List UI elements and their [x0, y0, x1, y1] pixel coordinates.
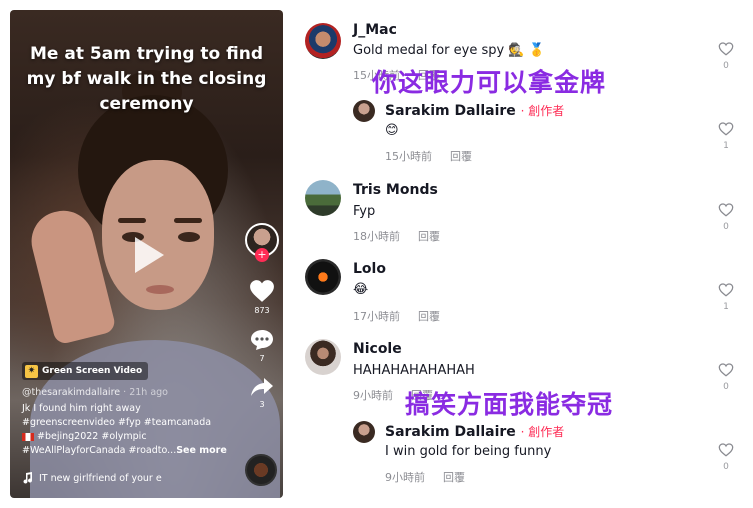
- comment-like[interactable]: 0: [717, 203, 735, 232]
- like-action[interactable]: 873: [245, 279, 279, 315]
- comment-author[interactable]: J_Mac: [353, 22, 397, 38]
- comment-like[interactable]: 0: [717, 42, 735, 71]
- like-count: 0: [723, 222, 729, 232]
- creator-badge: · 創作者: [520, 104, 565, 118]
- music-disc-icon[interactable]: [245, 454, 277, 486]
- creator-handle[interactable]: @thesarakimdallaire: [22, 387, 120, 398]
- heart-outline-icon: [718, 203, 734, 217]
- comment-like[interactable]: 0: [717, 363, 735, 392]
- creator-avatar[interactable]: +: [245, 223, 279, 262]
- like-count: 0: [723, 462, 729, 472]
- reply-button[interactable]: 回覆: [443, 471, 465, 484]
- share-arrow-icon: [251, 378, 273, 396]
- comment-author[interactable]: Nicole: [353, 341, 402, 357]
- comment-time: 17小時前: [353, 310, 400, 323]
- video-meta: ✷ Green Screen Video @thesarakimdallaire…: [22, 362, 242, 458]
- see-more-link[interactable]: See more: [176, 445, 227, 456]
- post-time: · 21h ago: [123, 387, 168, 398]
- comment-author[interactable]: Sarakim Dallaire: [385, 103, 516, 119]
- like-count: 1: [723, 141, 729, 151]
- heart-outline-icon: [718, 443, 734, 457]
- comment-like[interactable]: 1: [717, 283, 735, 312]
- comment-text: I win gold for being funny: [385, 444, 552, 459]
- like-count: 873: [254, 306, 270, 315]
- description-hashtags[interactable]: #greenscreenvideo #fyp #teamcanada: [22, 416, 242, 430]
- comment-author[interactable]: Sarakim Dallaire: [385, 424, 516, 440]
- comment-action[interactable]: 7: [245, 329, 279, 363]
- comment-like[interactable]: 0: [717, 443, 735, 472]
- follow-plus-icon[interactable]: +: [255, 248, 269, 262]
- video-person-brow: [174, 218, 202, 223]
- video-person-eye: [178, 232, 200, 242]
- green-screen-badge[interactable]: ✷ Green Screen Video: [22, 362, 149, 380]
- music-title: IT new girlfriend of your e: [39, 472, 162, 484]
- comment-text: 😊: [385, 123, 399, 138]
- comment-text: Gold medal for eye spy 🕵 🥇: [353, 43, 545, 58]
- avatar[interactable]: [305, 339, 341, 375]
- reply-author-row: Sarakim Dallaire · 創作者: [385, 102, 564, 119]
- comment-text: 😂: [353, 282, 369, 297]
- comment-time: 9小時前: [385, 471, 425, 484]
- heart-outline-icon: [718, 283, 734, 297]
- avatar[interactable]: [305, 259, 341, 295]
- reply-button[interactable]: 回覆: [418, 310, 440, 323]
- heart-outline-icon: [718, 122, 734, 136]
- translation-overlay: 你这眼力可以拿金牌: [372, 68, 607, 97]
- avatar[interactable]: [305, 23, 341, 59]
- share-count: 3: [259, 400, 265, 409]
- music-row[interactable]: IT new girlfriend of your e: [22, 472, 162, 484]
- comment-author[interactable]: Lolo: [353, 261, 386, 277]
- description-hashtags[interactable]: #WeAllPlayforCanada #roadto...: [22, 445, 176, 456]
- comment-text: HAHAHAHAHAHAH: [353, 363, 475, 378]
- creator-handle-line: @thesarakimdallaire · 21h ago: [22, 386, 242, 400]
- comment-meta: 15小時前 回覆: [385, 148, 490, 164]
- reply-button[interactable]: 回覆: [418, 230, 440, 243]
- avatar[interactable]: [353, 100, 375, 122]
- green-screen-label: Green Screen Video: [42, 366, 143, 376]
- green-screen-icon: ✷: [25, 364, 38, 378]
- reply-button[interactable]: 回覆: [450, 150, 472, 163]
- comment-text: Fyp: [353, 204, 376, 219]
- avatar[interactable]: [305, 180, 341, 216]
- reply-author-row: Sarakim Dallaire · 創作者: [385, 423, 564, 440]
- description-hashtags[interactable]: #bejing2022 #olympic: [37, 431, 147, 442]
- comment-time: 18小時前: [353, 230, 400, 243]
- video-caption: Me at 5am trying to find my bf walk in t…: [26, 44, 267, 114]
- creator-badge: · 創作者: [520, 425, 565, 439]
- share-action[interactable]: 3: [245, 377, 279, 409]
- like-count: 0: [723, 61, 729, 71]
- comment-author[interactable]: Tris Monds: [353, 182, 438, 198]
- heart-icon: [250, 280, 274, 302]
- comment-meta: 18小時前 回覆: [353, 228, 458, 244]
- heart-outline-icon: [718, 363, 734, 377]
- heart-outline-icon: [718, 42, 734, 56]
- canada-flag-icon: [22, 432, 34, 441]
- comment-like[interactable]: 1: [717, 122, 735, 151]
- comment-bubble-icon: [251, 330, 273, 350]
- comment-meta: 9小時前 回覆: [385, 469, 483, 485]
- translation-overlay: 搞笑方面我能夺冠: [405, 390, 614, 419]
- comment-time: 9小時前: [353, 389, 393, 402]
- like-count: 0: [723, 382, 729, 392]
- comment-meta: 17小時前 回覆: [353, 308, 458, 324]
- comment-time: 15小時前: [385, 150, 432, 163]
- avatar[interactable]: [353, 421, 375, 443]
- play-icon[interactable]: [131, 234, 167, 276]
- comment-count: 7: [259, 354, 265, 363]
- action-rail: + 873 7 3: [245, 223, 279, 409]
- music-note-icon: [23, 472, 33, 484]
- video-person-lips: [146, 285, 174, 294]
- description-hashtags-row: #bejing2022 #olympic: [22, 430, 242, 444]
- description-line: Jk I found him right away: [22, 403, 141, 414]
- video-player[interactable]: Me at 5am trying to find my bf walk in t…: [10, 10, 283, 498]
- description-hashtags-row: #WeAllPlayforCanada #roadto...See more: [22, 444, 242, 458]
- video-person-brow: [118, 218, 146, 223]
- like-count: 1: [723, 302, 729, 312]
